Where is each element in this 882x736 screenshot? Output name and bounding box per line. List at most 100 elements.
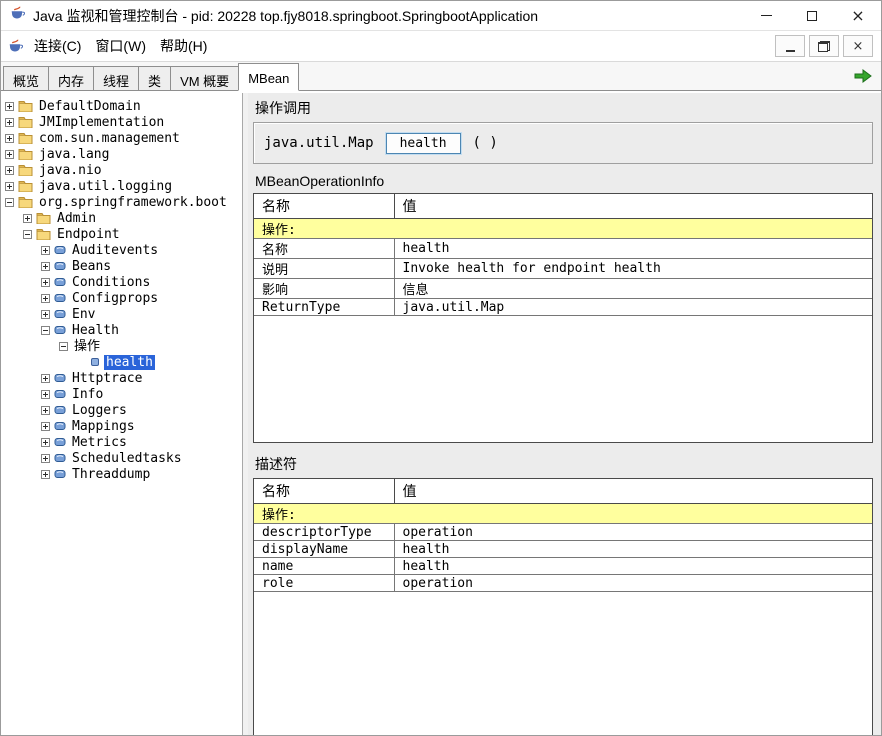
tree-item[interactable]: java.nio: [1, 162, 242, 178]
tree-item-label[interactable]: Auditevents: [70, 243, 160, 258]
cell-name[interactable]: displayName: [254, 541, 394, 558]
expand-icon[interactable]: [5, 166, 14, 175]
menu-item[interactable]: 帮助(H): [153, 35, 214, 57]
cell-name[interactable]: name: [254, 558, 394, 575]
tree-item-label[interactable]: Threaddump: [70, 467, 152, 482]
expand-icon[interactable]: [41, 470, 50, 479]
tree-item-label[interactable]: java.lang: [37, 147, 111, 162]
tree-item[interactable]: Httptrace: [1, 370, 242, 386]
expand-icon[interactable]: [5, 102, 14, 111]
cell-name[interactable]: 说明: [254, 259, 394, 279]
menu-item[interactable]: 窗口(W): [88, 35, 153, 57]
tree-item-label[interactable]: Health: [70, 323, 121, 338]
collapse-icon[interactable]: [5, 198, 14, 207]
tree-item[interactable]: DefaultDomain: [1, 98, 242, 114]
tree-item[interactable]: Loggers: [1, 402, 242, 418]
close-button[interactable]: ×: [835, 1, 881, 30]
group-row-label[interactable]: 操作:: [254, 504, 872, 524]
cell-value[interactable]: operation: [394, 575, 872, 592]
expand-icon[interactable]: [5, 182, 14, 191]
collapse-icon[interactable]: [23, 230, 32, 239]
frame-minimize-button[interactable]: [775, 35, 805, 57]
expand-icon[interactable]: [41, 438, 50, 447]
expand-icon[interactable]: [41, 262, 50, 271]
maximize-button[interactable]: [789, 1, 835, 30]
tab-内存[interactable]: 内存: [48, 66, 94, 90]
cell-name[interactable]: 名称: [254, 239, 394, 259]
tree-item[interactable]: Metrics: [1, 434, 242, 450]
tree-item[interactable]: Endpoint: [1, 226, 242, 242]
tree-item-label[interactable]: java.nio: [37, 163, 104, 178]
cell-name[interactable]: descriptorType: [254, 524, 394, 541]
collapse-icon[interactable]: [59, 342, 68, 351]
tree-item-label[interactable]: Metrics: [70, 435, 129, 450]
tree-item[interactable]: Admin: [1, 210, 242, 226]
expand-icon[interactable]: [41, 454, 50, 463]
tree-item[interactable]: Mappings: [1, 418, 242, 434]
tree-item[interactable]: Scheduledtasks: [1, 450, 242, 466]
tab-概览[interactable]: 概览: [3, 66, 49, 90]
tree-item[interactable]: health: [1, 354, 242, 370]
collapse-icon[interactable]: [41, 326, 50, 335]
expand-icon[interactable]: [23, 214, 32, 223]
tab-VM 概要[interactable]: VM 概要: [170, 66, 239, 90]
tree-item-label[interactable]: Beans: [70, 259, 113, 274]
tree-item[interactable]: java.lang: [1, 146, 242, 162]
invoke-health-button[interactable]: health: [386, 133, 461, 154]
frame-restore-button[interactable]: [809, 35, 839, 57]
minimize-button[interactable]: [743, 1, 789, 30]
group-row-label[interactable]: 操作:: [254, 219, 872, 239]
tree-item[interactable]: Threaddump: [1, 466, 242, 482]
tree-item-label[interactable]: DefaultDomain: [37, 99, 143, 114]
expand-icon[interactable]: [5, 118, 14, 127]
tree-item-label[interactable]: com.sun.management: [37, 131, 182, 146]
tree-item-label[interactable]: Endpoint: [55, 227, 122, 242]
tree-item-label[interactable]: Configprops: [70, 291, 160, 306]
tree-item[interactable]: Health: [1, 322, 242, 338]
tree-item-label[interactable]: Httptrace: [70, 371, 144, 386]
expand-icon[interactable]: [41, 422, 50, 431]
expand-icon[interactable]: [41, 406, 50, 415]
tab-线程[interactable]: 线程: [93, 66, 139, 90]
tree-item-label[interactable]: 操作: [72, 339, 102, 354]
tree-item[interactable]: 操作: [1, 338, 242, 354]
expand-icon[interactable]: [41, 246, 50, 255]
cell-value[interactable]: health: [394, 541, 872, 558]
tree-item-label[interactable]: Mappings: [70, 419, 137, 434]
tree-item-label[interactable]: Loggers: [70, 403, 129, 418]
cell-name[interactable]: 影响: [254, 279, 394, 299]
menu-item[interactable]: 连接(C): [27, 35, 88, 57]
tree-item[interactable]: JMImplementation: [1, 114, 242, 130]
expand-icon[interactable]: [5, 150, 14, 159]
cell-value[interactable]: java.util.Map: [394, 299, 872, 316]
tab-MBean[interactable]: MBean: [238, 63, 299, 91]
tree-item-label[interactable]: Env: [70, 307, 97, 322]
cell-value[interactable]: operation: [394, 524, 872, 541]
tree-item-label[interactable]: org.springframework.boot: [37, 195, 229, 210]
cell-value[interactable]: health: [394, 558, 872, 575]
expand-icon[interactable]: [5, 134, 14, 143]
column-header-value[interactable]: 值: [394, 194, 872, 219]
cell-value[interactable]: health: [394, 239, 872, 259]
frame-close-button[interactable]: ×: [843, 35, 873, 57]
tree-item-label[interactable]: Info: [70, 387, 105, 402]
column-header-value[interactable]: 值: [394, 479, 872, 504]
tree-item[interactable]: Beans: [1, 258, 242, 274]
tree-item[interactable]: Conditions: [1, 274, 242, 290]
tree-item[interactable]: java.util.logging: [1, 178, 242, 194]
expand-icon[interactable]: [41, 278, 50, 287]
tree-item[interactable]: Auditevents: [1, 242, 242, 258]
tree-item[interactable]: org.springframework.boot: [1, 194, 242, 210]
tree-item[interactable]: com.sun.management: [1, 130, 242, 146]
column-header-name[interactable]: 名称: [254, 479, 394, 504]
cell-value[interactable]: 信息: [394, 279, 872, 299]
tree-item-label[interactable]: JMImplementation: [37, 115, 166, 130]
expand-icon[interactable]: [41, 374, 50, 383]
tree-item-label[interactable]: Admin: [55, 211, 98, 226]
tree-item-label[interactable]: health: [104, 355, 155, 370]
column-header-name[interactable]: 名称: [254, 194, 394, 219]
expand-icon[interactable]: [41, 390, 50, 399]
cell-name[interactable]: ReturnType: [254, 299, 394, 316]
expand-icon[interactable]: [41, 310, 50, 319]
cell-name[interactable]: role: [254, 575, 394, 592]
